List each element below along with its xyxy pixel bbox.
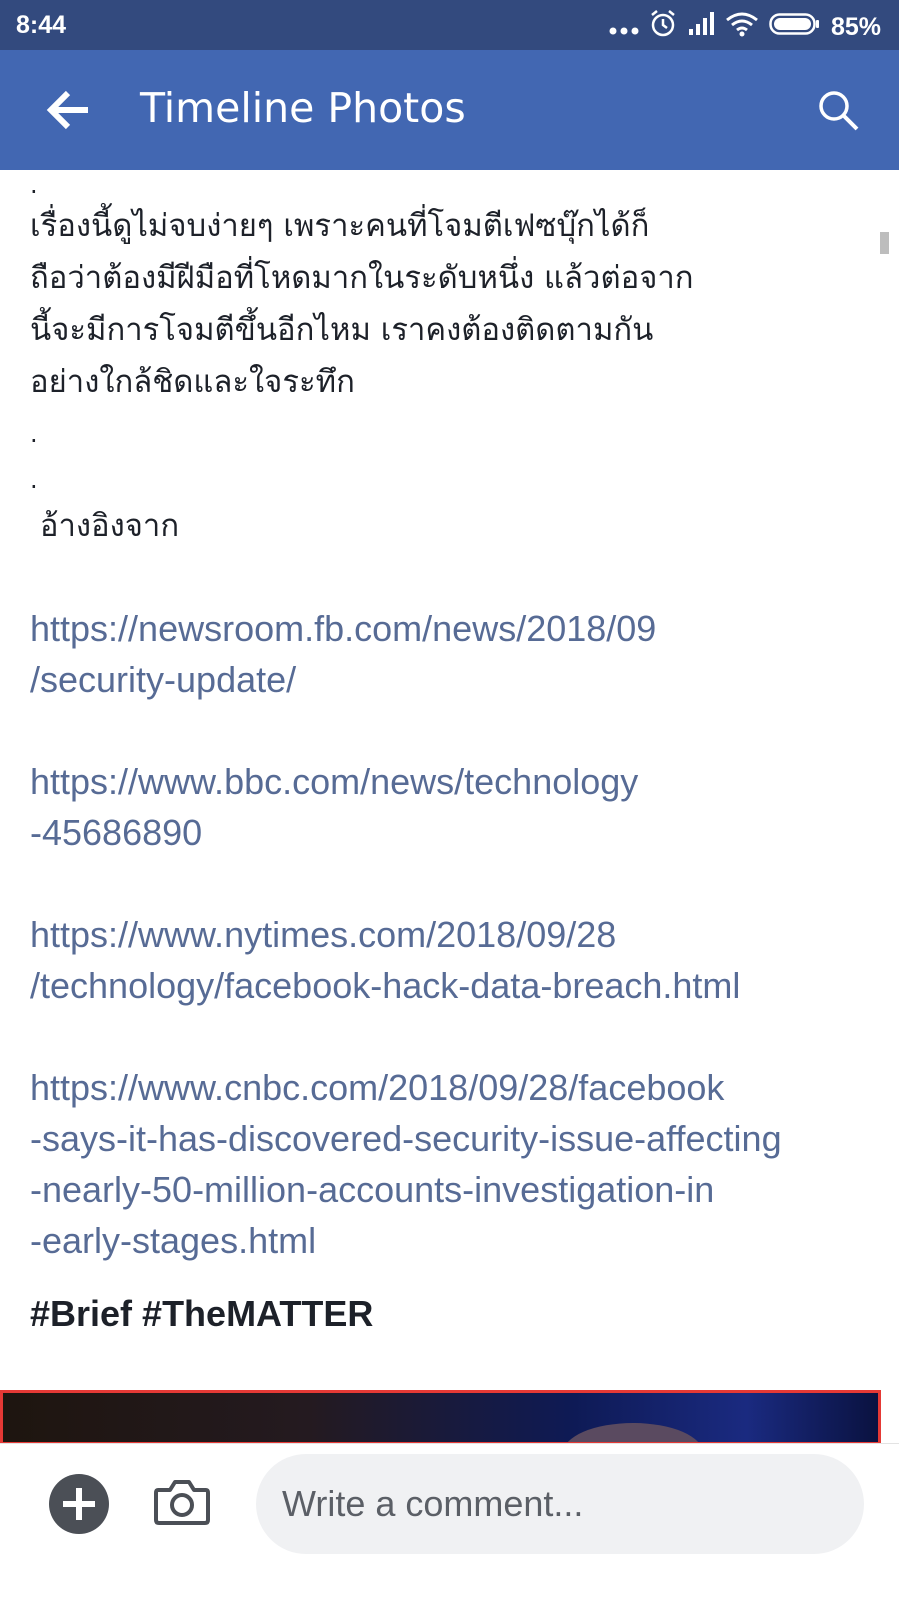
signal-icon (687, 11, 715, 44)
alarm-icon (649, 9, 677, 46)
reference-link-cnbc[interactable]: https://www.cnbc.com/2018/09/28/facebook… (30, 1062, 880, 1266)
page-title: Timeline Photos (140, 84, 466, 132)
arrow-left-icon[interactable] (44, 88, 94, 132)
battery-icon (769, 12, 821, 43)
scrollbar-thumb[interactable] (880, 232, 889, 254)
reference-link-fb[interactable]: https://newsroom.fb.com/news/2018/09 /se… (30, 603, 880, 705)
wifi-icon (725, 11, 759, 44)
more-dots-icon (609, 13, 639, 42)
camera-icon[interactable] (152, 1472, 212, 1532)
separator-dot: . (30, 420, 38, 448)
separator-dot: . (30, 466, 38, 494)
plus-circle-icon[interactable] (49, 1474, 109, 1534)
status-icons: 85% (609, 9, 881, 46)
search-icon[interactable] (816, 88, 860, 132)
reference-link-nytimes[interactable]: https://www.nytimes.com/2018/09/28 /tech… (30, 909, 880, 1011)
comment-input[interactable] (256, 1454, 864, 1554)
status-time: 8:44 (16, 11, 67, 39)
post-paragraph: เรื่องนี้ดูไม่จบง่ายๆ เพราะคนที่โจมตีเฟซ… (30, 208, 694, 400)
app-bar: Timeline Photos (0, 50, 899, 170)
reference-link-bbc[interactable]: https://www.bbc.com/news/technology -456… (30, 756, 880, 858)
post-hashtags[interactable]: #Brief #TheMATTER (30, 1288, 880, 1339)
comment-bar (0, 1443, 899, 1600)
status-bar: 8:44 85% (0, 0, 899, 50)
reference-label: อ้างอิงจาก (30, 508, 180, 544)
leading-dot: . (30, 171, 38, 199)
post-body: . เรื่องนี้ดูไม่จบง่ายๆ เพราะคนที่โจมตีเ… (30, 170, 880, 1470)
post-photo[interactable] (0, 1390, 881, 1445)
battery-percent: 85% (830, 13, 881, 41)
